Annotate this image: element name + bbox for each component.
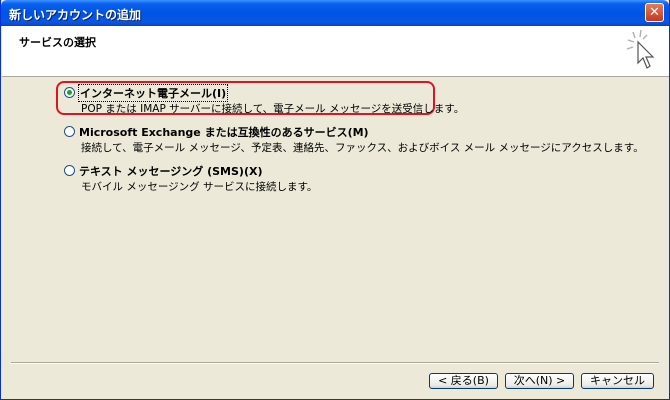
wizard-header: サービスの選択 xyxy=(2,26,669,77)
option-label: Microsoft Exchange または互換性のあるサービス(M) xyxy=(79,125,369,139)
back-button[interactable]: < 戻る(B) xyxy=(429,373,498,389)
option-label: テキスト メッセージング (SMS)(X) xyxy=(79,164,263,178)
option-description: モバイル メッセージング サービスに接続します。 xyxy=(81,181,318,193)
wizard-sparkle-cursor-icon xyxy=(626,29,655,69)
add-account-dialog: 新しいアカウントの追加 ✕ サービスの選択 インターネット電子メール(I) PO… xyxy=(0,0,670,400)
cancel-button[interactable]: キャンセル xyxy=(581,373,654,389)
service-options: インターネット電子メール(I) POP または IMAP サーバーに接続して、電… xyxy=(64,83,644,202)
window-title: 新しいアカウントの追加 xyxy=(9,8,142,22)
option-description: POP または IMAP サーバーに接続して、電子メール メッセージを送受信しま… xyxy=(81,103,465,115)
next-button[interactable]: 次へ(N) > xyxy=(505,373,574,389)
footer-divider xyxy=(11,362,659,364)
close-icon: ✕ xyxy=(649,5,660,20)
page-title: サービスの選択 xyxy=(19,36,96,49)
option-description: 接続して、電子メール メッセージ、予定表、連絡先、ファックス、およびボイス メー… xyxy=(81,142,644,154)
option-sms[interactable]: テキスト メッセージング (SMS)(X) モバイル メッセージング サービスに… xyxy=(64,163,644,194)
option-label: インターネット電子メール(I) xyxy=(77,83,229,102)
radio-exchange[interactable] xyxy=(64,126,75,137)
close-button[interactable]: ✕ xyxy=(645,3,664,22)
option-exchange[interactable]: Microsoft Exchange または互換性のあるサービス(M) 接続して… xyxy=(64,124,644,155)
title-bar[interactable]: 新しいアカウントの追加 ✕ xyxy=(1,0,669,26)
option-internet-email[interactable]: インターネット電子メール(I) POP または IMAP サーバーに接続して、電… xyxy=(64,83,644,116)
radio-internet-email[interactable] xyxy=(64,87,75,98)
radio-sms[interactable] xyxy=(64,165,75,176)
